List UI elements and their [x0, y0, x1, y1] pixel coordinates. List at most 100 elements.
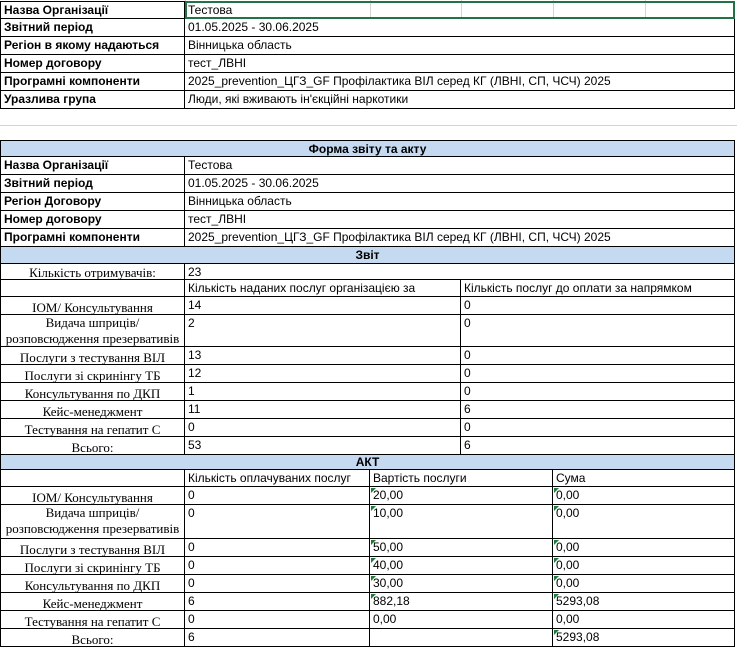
- act-row-name[interactable]: Послуги з тестування ВІЛ: [0, 539, 185, 557]
- form-info-value[interactable]: 2025_prevention_ЦГЗ_GF Профілактика ВІЛ …: [185, 229, 735, 247]
- act-row-price[interactable]: 0,00: [370, 611, 553, 629]
- report-row-provided[interactable]: 12: [185, 365, 461, 383]
- report-row-provided[interactable]: 1: [185, 383, 461, 401]
- act-row-name[interactable]: ІОМ/ Консультування: [0, 487, 185, 505]
- act-row-sum[interactable]: 0,00: [553, 611, 735, 629]
- act-row-qty[interactable]: 6: [185, 593, 370, 611]
- report-row-provided[interactable]: 11: [185, 401, 461, 419]
- recipients-value[interactable]: 23: [185, 264, 735, 280]
- report-total-label[interactable]: Всього:: [0, 437, 185, 455]
- sum-note-indicator-icon: [554, 594, 559, 599]
- info-value[interactable]: тест_ЛВНІ: [185, 55, 735, 73]
- report-row-to-pay[interactable]: 6: [461, 401, 735, 419]
- info-label[interactable]: Регіон в якому надаються: [0, 37, 185, 55]
- info-value[interactable]: 01.05.2025 - 30.06.2025: [185, 19, 735, 37]
- act-corner[interactable]: [0, 470, 185, 487]
- spreadsheet-grid[interactable]: Назва Організації Тестова Звітний період 01…: [0, 0, 737, 651]
- report-row-name[interactable]: Кейс-менеджмент: [0, 401, 185, 419]
- act-row-name[interactable]: Видача шприців/ розповсюдження презерват…: [0, 505, 185, 539]
- report-col-to-pay[interactable]: Кількість послуг до оплати за напрямком: [461, 280, 735, 297]
- act-row-name[interactable]: Тестування на гепатит С: [0, 611, 185, 629]
- act-row-qty[interactable]: 0: [185, 539, 370, 557]
- form-title[interactable]: Форма звіту та акту: [0, 140, 735, 157]
- act-row-sum[interactable]: 0,00: [553, 575, 735, 593]
- report-row-name[interactable]: Консультування по ДКП: [0, 383, 185, 401]
- form-info-label[interactable]: Регіон Договору: [0, 193, 185, 211]
- act-row-price[interactable]: 20,00: [370, 487, 553, 505]
- act-row-sum[interactable]: 5293,08: [553, 593, 735, 611]
- act-row-qty[interactable]: 0: [185, 575, 370, 593]
- sum-note-indicator-icon: [554, 488, 559, 493]
- act-row-price[interactable]: 30,00: [370, 575, 553, 593]
- report-row-name[interactable]: Тестування на гепатит С: [0, 419, 185, 437]
- report-row-to-pay[interactable]: 0: [461, 365, 735, 383]
- act-total-sum[interactable]: 5293,08: [553, 629, 735, 647]
- act-row-qty[interactable]: 0: [185, 505, 370, 539]
- sum-note-indicator-icon: [554, 506, 559, 511]
- form-info-label[interactable]: Програмні компоненти: [0, 229, 185, 247]
- info-value[interactable]: Люди, які вживають ін'єкційні наркотики: [185, 91, 735, 109]
- act-row-price[interactable]: 882,18: [370, 593, 553, 611]
- report-row-name[interactable]: ІОМ/ Консультування: [0, 297, 185, 315]
- act-row-qty[interactable]: 0: [185, 557, 370, 575]
- info-label[interactable]: Звітний період: [0, 19, 185, 37]
- recipients-label[interactable]: Кількість отримувачів:: [0, 264, 185, 280]
- report-title[interactable]: Звіт: [0, 247, 735, 264]
- act-col-qty[interactable]: Кількість оплачуваних послуг: [185, 470, 370, 487]
- price-note-indicator-icon: [371, 506, 376, 511]
- info-value[interactable]: 2025_prevention_ЦГЗ_GF Профілактика ВІЛ …: [185, 73, 735, 91]
- form-info-value[interactable]: 01.05.2025 - 30.06.2025: [185, 175, 735, 193]
- report-row-to-pay[interactable]: 0: [461, 347, 735, 365]
- act-row-sum[interactable]: 0,00: [553, 539, 735, 557]
- report-total-to-pay[interactable]: 6: [461, 437, 735, 455]
- act-col-sum[interactable]: Сума: [553, 470, 735, 487]
- report-total-provided[interactable]: 53: [185, 437, 461, 455]
- report-row-to-pay[interactable]: 0: [461, 315, 735, 347]
- report-row-name[interactable]: Послуги з тестування ВІЛ: [0, 347, 185, 365]
- row-separator: [0, 125, 737, 126]
- act-row-price[interactable]: 10,00: [370, 505, 553, 539]
- act-col-price[interactable]: Вартість послуги: [370, 470, 553, 487]
- act-total-label[interactable]: Всього:: [0, 629, 185, 647]
- form-info-label[interactable]: Звітний період: [0, 175, 185, 193]
- act-row-qty[interactable]: 0: [185, 611, 370, 629]
- report-corner[interactable]: [0, 280, 185, 297]
- act-row-name[interactable]: Послуги зі скринінгу ТБ: [0, 557, 185, 575]
- act-row-sum[interactable]: 0,00: [553, 557, 735, 575]
- price-note-indicator-icon: [371, 594, 376, 599]
- report-row-name[interactable]: Видача шприців/ розповсюдження презерват…: [0, 315, 185, 347]
- act-total-qty[interactable]: 6: [185, 629, 370, 647]
- info-value[interactable]: Вінницька область: [185, 37, 735, 55]
- report-row-provided[interactable]: 13: [185, 347, 461, 365]
- report-row-to-pay[interactable]: 0: [461, 297, 735, 315]
- report-row-name[interactable]: Послуги зі скринінгу ТБ: [0, 365, 185, 383]
- act-total-price[interactable]: [370, 629, 553, 647]
- form-info-value[interactable]: тест_ЛВНІ: [185, 211, 735, 229]
- report-col-provided[interactable]: Кількість наданих послуг організацією за: [185, 280, 461, 297]
- act-row-name[interactable]: Кейс-менеджмент: [0, 593, 185, 611]
- form-info-label[interactable]: Номер договору: [0, 211, 185, 229]
- sum-note-indicator-icon: [554, 630, 559, 635]
- info-value[interactable]: Тестова: [185, 1, 735, 19]
- info-label[interactable]: Назва Організації: [0, 1, 185, 19]
- act-row-sum[interactable]: 0,00: [553, 487, 735, 505]
- act-row-price[interactable]: 40,00: [370, 557, 553, 575]
- sum-note-indicator-icon: [554, 576, 559, 581]
- info-label[interactable]: Номер договору: [0, 55, 185, 73]
- act-row-sum[interactable]: 0,00: [553, 505, 735, 539]
- price-note-indicator-icon: [371, 540, 376, 545]
- act-row-name[interactable]: Консультування по ДКП: [0, 575, 185, 593]
- form-info-value[interactable]: Вінницька область: [185, 193, 735, 211]
- report-row-provided[interactable]: 0: [185, 419, 461, 437]
- report-row-provided[interactable]: 2: [185, 315, 461, 347]
- form-info-value[interactable]: Тестова: [185, 157, 735, 175]
- info-label[interactable]: Програмні компоненти: [0, 73, 185, 91]
- form-info-label[interactable]: Назва Організації: [0, 157, 185, 175]
- report-row-to-pay[interactable]: 0: [461, 419, 735, 437]
- report-row-to-pay[interactable]: 0: [461, 383, 735, 401]
- report-row-provided[interactable]: 14: [185, 297, 461, 315]
- act-title[interactable]: АКТ: [0, 455, 735, 470]
- act-row-qty[interactable]: 0: [185, 487, 370, 505]
- act-row-price[interactable]: 50,00: [370, 539, 553, 557]
- info-label[interactable]: Уразлива група: [0, 91, 185, 109]
